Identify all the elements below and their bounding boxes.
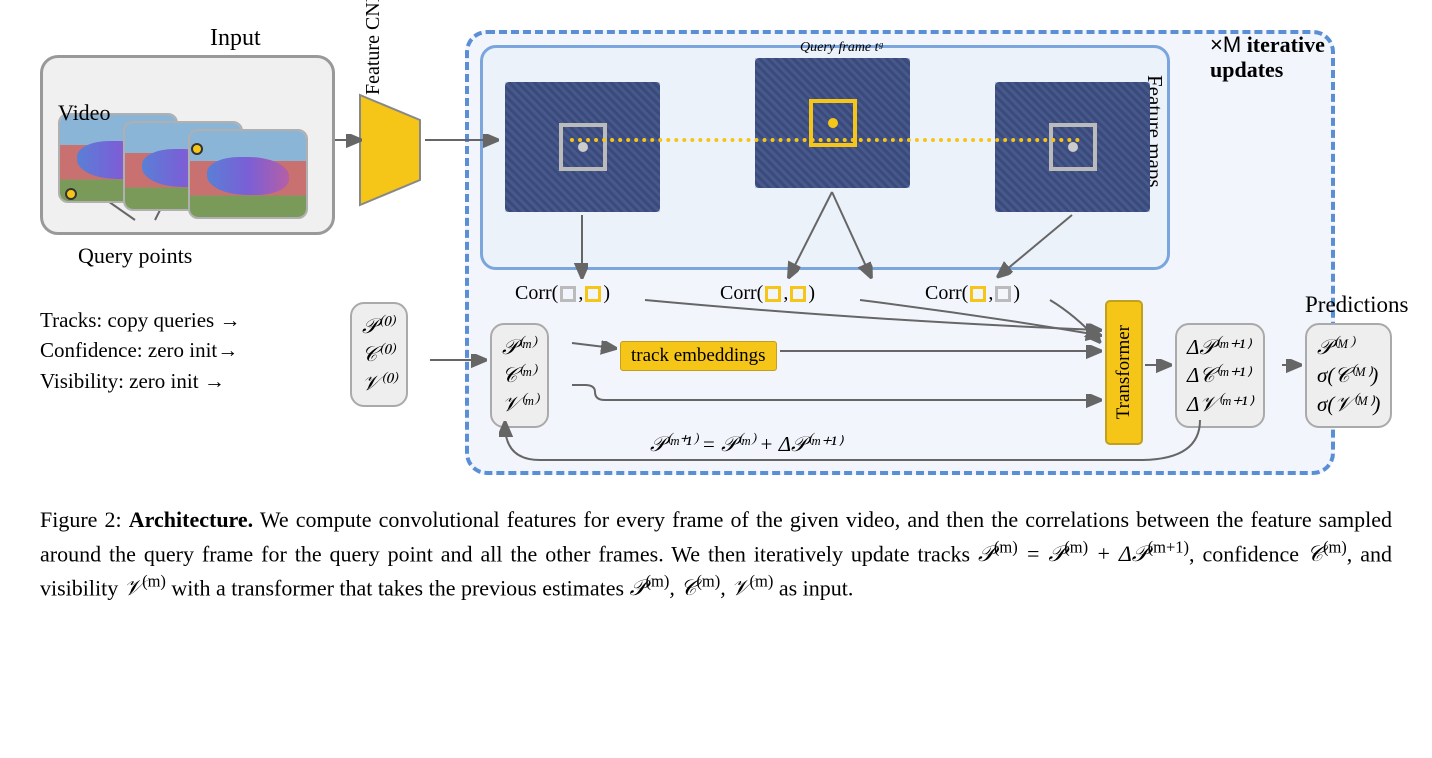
figure-caption: Figure 2: Architecture. We compute convo… <box>40 505 1392 604</box>
query-point-icon <box>191 143 203 155</box>
feature-map-frame <box>505 82 660 212</box>
tracks-init-label: Tracks: copy queries <box>40 308 214 332</box>
iterative-updates-label: ×M iterativeupdates <box>1210 32 1325 83</box>
feature-map-query-frame <box>755 58 910 188</box>
state-m-box: 𝒫⁽ᵐ⁾ 𝒞⁽ᵐ⁾ 𝒱⁽ᵐ⁾ <box>490 323 549 428</box>
corr-label: Corr(,) <box>720 282 815 305</box>
architecture-figure: Input Video Query points Tracks: copy qu… <box>40 20 1392 490</box>
video-label: Video <box>58 100 110 126</box>
tracking-line-icon <box>570 138 1080 142</box>
query-point-icon <box>65 188 77 200</box>
visibility-init-label: Visibility: zero init <box>40 369 199 393</box>
query-frame-label: Query frame tᵍ <box>800 40 883 56</box>
input-box: Video Query points <box>40 55 335 235</box>
query-points-label: Query points <box>78 243 192 269</box>
update-equation: 𝒫⁽ᵐ⁺¹⁾ = 𝒫⁽ᵐ⁾ + Δ𝒫⁽ᵐ⁺¹⁾ <box>650 432 842 457</box>
feature-map-frame <box>995 82 1150 212</box>
init-labels: Tracks: copy queries → Confidence: zero … <box>40 305 240 396</box>
delta-box: Δ𝒫⁽ᵐ⁺¹⁾ Δ𝒞⁽ᵐ⁺¹⁾ Δ𝒱⁽ᵐ⁺¹⁾ <box>1175 323 1265 428</box>
confidence-init-label: Confidence: zero init <box>40 338 217 362</box>
corr-label: Corr(,) <box>515 282 610 305</box>
corr-label: Corr(,) <box>925 282 1020 305</box>
state-init-box: 𝒫⁽⁰⁾ 𝒞⁽⁰⁾ 𝒱⁽⁰⁾ <box>350 302 408 407</box>
track-embeddings-label: track embeddings <box>620 341 777 371</box>
predictions-box: 𝒫⁽ᴹ⁾ σ(𝒞⁽ᴹ⁾) σ(𝒱⁽ᴹ⁾) <box>1305 323 1392 428</box>
input-title: Input <box>210 25 261 52</box>
feature-cnn-label: Feature CNN <box>362 0 385 95</box>
predictions-title: Predictions <box>1305 292 1409 318</box>
transformer-block: Transformer <box>1105 300 1143 445</box>
feature-cnn-icon <box>355 75 435 225</box>
